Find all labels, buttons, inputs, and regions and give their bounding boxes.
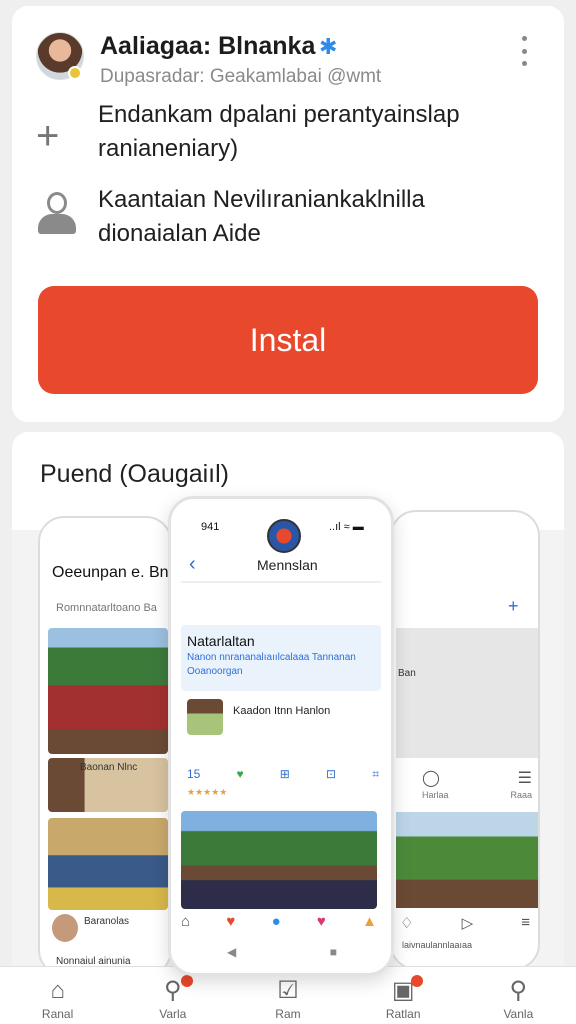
- item-thumbnail: [187, 699, 223, 735]
- screenshot-left[interactable]: Oeeunpan e. Bni Romnnatarltoano Ba Baona…: [38, 516, 172, 976]
- developer-name[interactable]: Aaliagaa: Blnanka: [100, 32, 315, 61]
- plus-icon: +: [508, 596, 519, 616]
- nav-label: Ram: [275, 1007, 301, 1021]
- heart-icon: ♥: [226, 913, 236, 930]
- screen-caption: Baonan Nlnc: [80, 762, 138, 773]
- screen-caption: laivnaulannlaaıaa: [402, 940, 473, 950]
- shield-icon: ♢: [400, 915, 414, 932]
- item-text: Kaadon Itnn Hanlon: [233, 705, 331, 717]
- highlight-subtitle: Nanon nnrananalıaıılcalaaa Tannanan Ooan…: [187, 652, 356, 677]
- verified-badge-icon: ✱: [319, 34, 338, 59]
- install-button[interactable]: Instal: [38, 286, 538, 394]
- camera-notch: [267, 519, 301, 553]
- play-icon: ▷: [461, 915, 474, 932]
- screenshot-photo: [48, 628, 168, 754]
- feature-text-1: Endankam dpalani perantyainslap ranianen…: [98, 101, 460, 162]
- status-icons: ..ıl ≈ ▬: [329, 521, 364, 533]
- screen-nav: ⌂ ♥ ● ♥ ▲: [181, 913, 377, 930]
- screen-label: Ban: [398, 668, 416, 679]
- list-icon: ☰: [517, 770, 532, 787]
- nav-item-home[interactable]: ⌂ Ranal: [8, 967, 108, 1021]
- home-icon: ⌂: [50, 977, 65, 1004]
- screen-title: Oeeunpan e. Bni: [52, 564, 172, 581]
- screen-caption: Harlaa: [422, 790, 449, 800]
- screenshot-photo: [181, 811, 377, 909]
- home-icon: ⌂: [181, 913, 191, 930]
- circle-icon: ●: [271, 913, 281, 930]
- avatar: [52, 914, 78, 942]
- feature-text-2: Kaantaian Nevilıraniankaklnilla dionaial…: [98, 186, 425, 247]
- system-nav: ◀ ■: [227, 945, 337, 959]
- nav-label: Varla: [159, 1007, 187, 1021]
- heart-icon: ♥: [236, 767, 244, 781]
- stat: 15: [187, 767, 201, 781]
- stat: ⊞: [279, 767, 290, 781]
- inbox-icon: ☑: [277, 977, 299, 1004]
- heart-icon: ♥: [316, 913, 326, 930]
- nav-label: Vanla: [503, 1007, 534, 1021]
- person-icon: [36, 190, 78, 236]
- screen-caption: Baranolas: [84, 916, 130, 927]
- notification-badge: [411, 975, 424, 987]
- notification-badge: [180, 975, 193, 987]
- search-icon: ⚲: [509, 977, 528, 1004]
- badge-icon: ▲: [362, 913, 377, 930]
- divider: [181, 581, 381, 583]
- section-title: Puend (Oaugaiıl): [40, 460, 230, 488]
- nav-item-search[interactable]: ⚲ Vanla: [468, 967, 568, 1021]
- screenshot-photo: [396, 812, 538, 908]
- plus-icon: +: [36, 114, 60, 158]
- home-square-icon: ■: [329, 945, 337, 959]
- screen-caption: Raaa: [510, 790, 532, 800]
- screen-icons: ◯ ☰: [422, 768, 532, 788]
- screenshot-panel: [396, 628, 538, 758]
- chat-icon: ◯: [422, 770, 440, 787]
- developer-subtitle: Dupasradar: Geakamlabai @wmt: [100, 66, 382, 87]
- more-options-icon[interactable]: [514, 36, 534, 66]
- screenshot-center[interactable]: 941 ..ıl ≈ ▬ ‹ Mennslan Natarlaltan Nano…: [168, 496, 394, 976]
- nav-label: Ratlan: [385, 1007, 421, 1021]
- screen-captions: Harlaa Raaa: [422, 790, 532, 800]
- nav-label: Ranal: [41, 1007, 74, 1021]
- screen-header: Mennslan: [257, 557, 318, 573]
- screenshot-right[interactable]: + Ban ◯ ☰ Harlaa Raaa ♢ ▷ ≡ laivnaulannlaaı…: [390, 510, 540, 970]
- back-triangle-icon: ◀: [227, 945, 237, 959]
- rating-stars: ★★★★★: [187, 787, 228, 797]
- stat: ⌗: [372, 767, 379, 781]
- stats-row: 15 ♥ ⊞ ⊡ ⌗: [187, 767, 379, 782]
- stat: ⊡: [326, 767, 337, 781]
- status-time: 941: [201, 521, 220, 533]
- search-badge-icon: ⚲: [163, 977, 182, 1004]
- menu-icon: ≡: [521, 914, 530, 931]
- screenshot-photo: [48, 818, 168, 910]
- status-dot: [68, 66, 82, 80]
- back-icon: ‹: [189, 553, 196, 575]
- screen-subtitle: Romnnatarltoano Ba: [56, 602, 157, 614]
- highlight-title: Natarlaltan: [187, 633, 255, 649]
- screen-nav: ♢ ▷ ≡: [400, 914, 530, 932]
